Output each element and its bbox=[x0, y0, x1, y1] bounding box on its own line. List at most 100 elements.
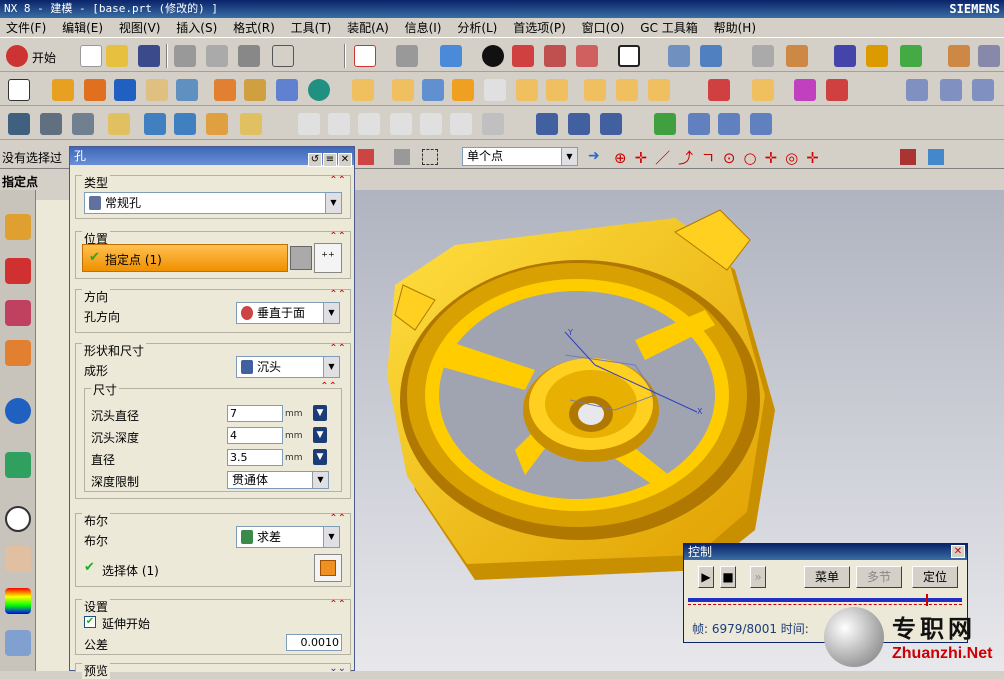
menu-icon[interactable]: ≡ bbox=[323, 153, 337, 167]
cut-icon[interactable] bbox=[174, 45, 196, 67]
form-dropdown[interactable]: 沉头 ▼ bbox=[236, 356, 340, 378]
snap-icon[interactable] bbox=[358, 149, 374, 165]
point-icon[interactable] bbox=[786, 45, 808, 67]
collapse-icon[interactable]: ⌃⌃ bbox=[320, 381, 337, 392]
csys-icon[interactable] bbox=[750, 113, 772, 135]
menu-gc-toolbox[interactable]: GC 工具箱 bbox=[634, 18, 704, 38]
play-icon[interactable] bbox=[900, 45, 922, 67]
selection-filter-dropdown[interactable]: 单个点 ▼ bbox=[462, 147, 578, 166]
revolve-icon[interactable] bbox=[84, 79, 106, 101]
collapse-icon[interactable]: ⌃⌃ bbox=[329, 175, 346, 186]
hole-icon[interactable] bbox=[214, 79, 236, 101]
arrow-icon[interactable] bbox=[700, 45, 722, 67]
pad-icon[interactable] bbox=[308, 79, 330, 101]
menu-window[interactable]: 窗口(O) bbox=[576, 18, 631, 38]
roles-icon[interactable] bbox=[5, 630, 31, 656]
patch-icon[interactable] bbox=[826, 79, 848, 101]
cursor-icon[interactable] bbox=[482, 113, 504, 135]
measure-icon[interactable] bbox=[834, 45, 856, 67]
assembly-navigator-icon[interactable] bbox=[5, 214, 31, 240]
db-icon[interactable] bbox=[536, 113, 558, 135]
start-label[interactable]: 开始 bbox=[32, 49, 56, 66]
block-icon[interactable] bbox=[114, 79, 136, 101]
copy-face-icon[interactable] bbox=[206, 113, 228, 135]
web-browser-icon[interactable] bbox=[5, 398, 31, 424]
expression-menu-icon[interactable]: ▼ bbox=[313, 449, 327, 465]
intersect-icon[interactable] bbox=[422, 79, 444, 101]
cylinder-icon[interactable] bbox=[146, 79, 168, 101]
through-curves-icon[interactable] bbox=[940, 79, 962, 101]
counterbore-diameter-input[interactable]: 7 bbox=[227, 405, 283, 422]
more-icon[interactable] bbox=[978, 45, 1000, 67]
wcs-icon[interactable] bbox=[544, 45, 566, 67]
menu-info[interactable]: 信息(I) bbox=[399, 18, 448, 38]
menu-view[interactable]: 视图(V) bbox=[113, 18, 167, 38]
split-body-icon[interactable] bbox=[616, 79, 638, 101]
menu-insert[interactable]: 插入(S) bbox=[170, 18, 223, 38]
grid-snap-icon[interactable] bbox=[900, 149, 916, 165]
menu-analysis[interactable]: 分析(L) bbox=[451, 18, 503, 38]
chevron-down-icon[interactable]: ▼ bbox=[323, 357, 339, 377]
edge-blend-icon[interactable] bbox=[452, 79, 474, 101]
subtract-icon[interactable] bbox=[392, 79, 414, 101]
chapter-button[interactable]: 多节 bbox=[856, 566, 902, 588]
collapse-icon[interactable]: ⌃⌃ bbox=[329, 289, 346, 300]
constraint-gh-icon[interactable] bbox=[420, 113, 442, 135]
offset-face-icon[interactable] bbox=[648, 79, 670, 101]
fit-view-icon[interactable] bbox=[354, 45, 376, 67]
resize-blend-icon[interactable] bbox=[144, 113, 166, 135]
play-icon[interactable]: ▶ bbox=[698, 566, 714, 588]
extend-start-checkbox[interactable]: ✔ bbox=[84, 616, 96, 628]
grid-icon[interactable] bbox=[718, 113, 740, 135]
assembly-nav-icon[interactable] bbox=[668, 45, 690, 67]
layer-icon[interactable] bbox=[576, 45, 598, 67]
chevron-down-icon[interactable]: ▼ bbox=[323, 527, 339, 547]
chevron-down-icon[interactable]: ▼ bbox=[323, 303, 339, 323]
render-icon[interactable] bbox=[396, 45, 418, 67]
offset-region-icon[interactable] bbox=[72, 113, 94, 135]
menu-file[interactable]: 文件(F) bbox=[0, 18, 52, 38]
table-icon[interactable] bbox=[752, 45, 774, 67]
wrench-icon[interactable] bbox=[600, 113, 622, 135]
collapse-icon[interactable]: ⌃⌃ bbox=[329, 513, 346, 524]
menu-button[interactable]: 菜单 bbox=[804, 566, 850, 588]
delete-face-icon[interactable] bbox=[174, 113, 196, 135]
depth-limit-dropdown[interactable]: 贯通体 ▼ bbox=[227, 471, 329, 489]
relate-icon-1[interactable] bbox=[298, 113, 320, 135]
expand-icon[interactable]: ⌄⌄ bbox=[329, 663, 346, 674]
close-icon[interactable]: ✕ bbox=[951, 545, 965, 558]
reuse-library-icon[interactable] bbox=[5, 340, 31, 366]
filter-icon[interactable] bbox=[394, 149, 410, 165]
part-navigator-icon[interactable] bbox=[5, 300, 31, 326]
clock-icon[interactable] bbox=[5, 506, 31, 532]
sketch-section-icon[interactable] bbox=[290, 246, 312, 270]
select-body-button[interactable] bbox=[314, 554, 342, 582]
draft-icon[interactable] bbox=[546, 79, 568, 101]
pattern-icon[interactable] bbox=[708, 79, 730, 101]
shell-icon[interactable] bbox=[516, 79, 538, 101]
system-materials-icon[interactable] bbox=[5, 546, 31, 572]
trim-body-icon[interactable] bbox=[584, 79, 606, 101]
shaded-view-icon[interactable] bbox=[440, 45, 462, 67]
snap-point-icons[interactable]: ⊕✛／⤴ㄱ⊙○✛◎✛ bbox=[614, 147, 902, 167]
counterbore-depth-input[interactable]: 4 bbox=[227, 427, 283, 444]
copy-icon[interactable] bbox=[206, 45, 228, 67]
chevron-down-icon[interactable]: ▼ bbox=[561, 148, 577, 165]
expression-menu-icon[interactable]: ▼ bbox=[313, 427, 327, 443]
hole-type-dropdown[interactable]: 常规孔 ▼ bbox=[84, 192, 342, 214]
paste-icon[interactable] bbox=[238, 45, 260, 67]
menu-tools[interactable]: 工具(T) bbox=[285, 18, 338, 38]
reset-icon[interactable]: ↺ bbox=[308, 153, 322, 167]
extrude-icon[interactable] bbox=[52, 79, 74, 101]
label-icon[interactable] bbox=[240, 113, 262, 135]
pocket-icon[interactable] bbox=[276, 79, 298, 101]
menu-assembly[interactable]: 装配(A) bbox=[341, 18, 395, 38]
base-part-model[interactable] bbox=[387, 209, 775, 580]
constraint-oh-icon[interactable] bbox=[450, 113, 472, 135]
box-select-icon[interactable] bbox=[422, 149, 438, 165]
ruler-icon[interactable] bbox=[948, 45, 970, 67]
undo-icon[interactable] bbox=[272, 45, 294, 67]
analysis-icon[interactable] bbox=[866, 45, 888, 67]
menu-help[interactable]: 帮助(H) bbox=[708, 18, 762, 38]
chevron-down-icon[interactable]: ▼ bbox=[312, 472, 328, 488]
